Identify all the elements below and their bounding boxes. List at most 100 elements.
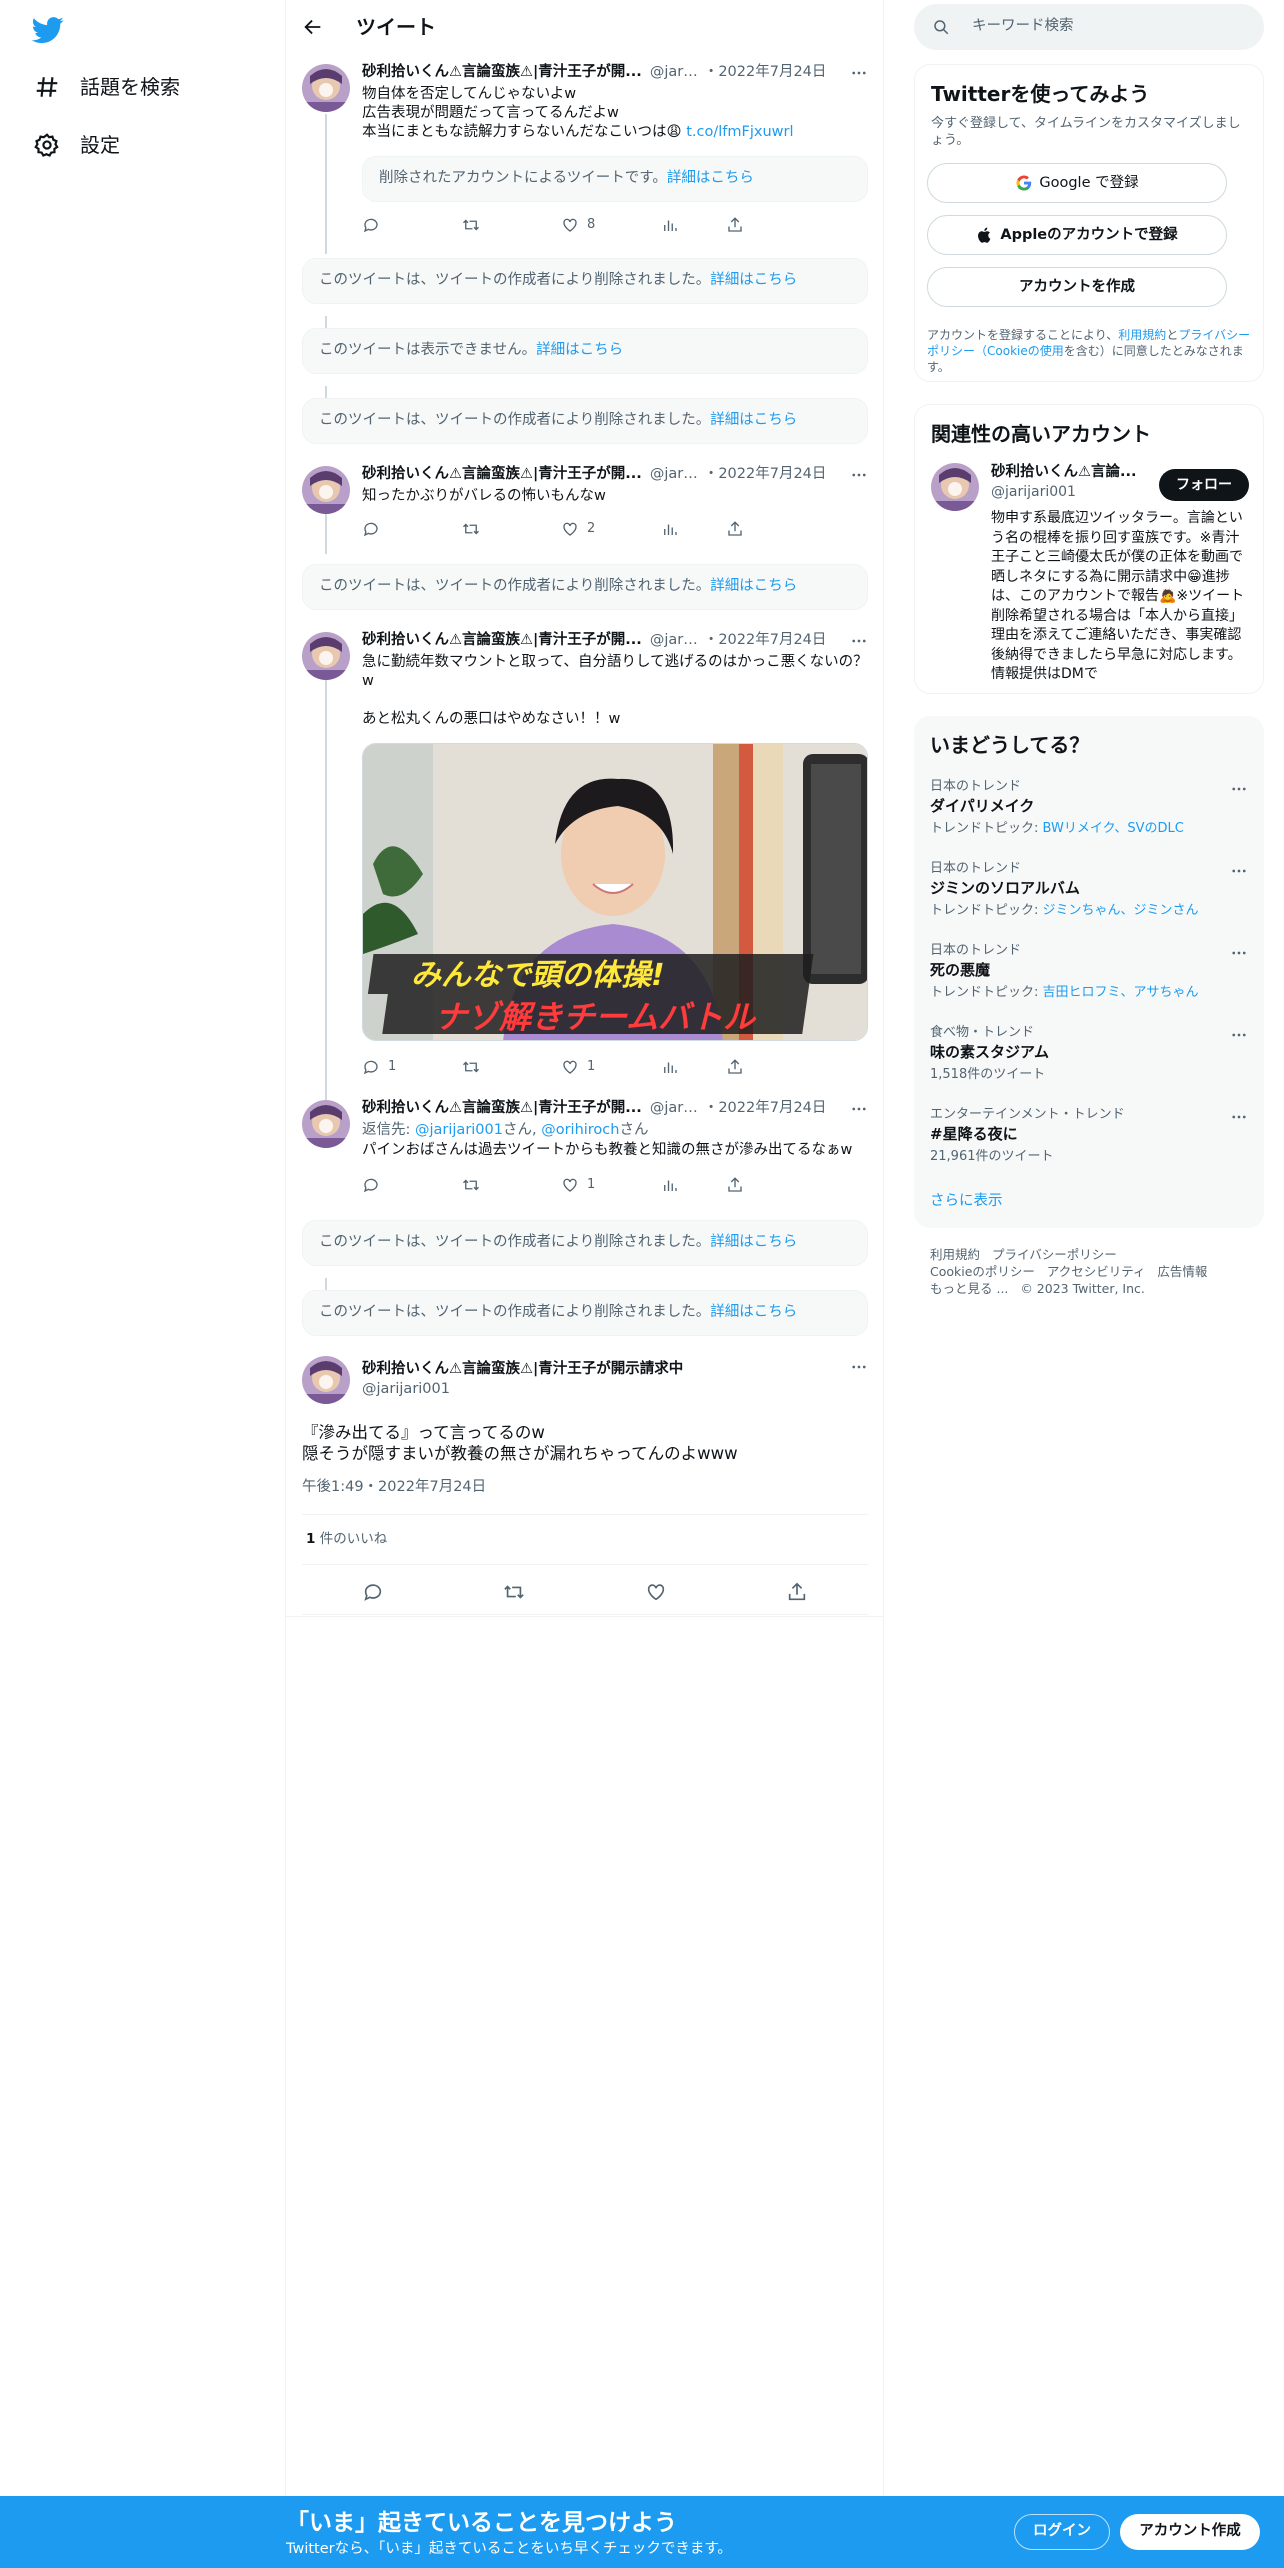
footer-links: 利用規約 プライバシーポリシー Cookieのポリシー アクセシビリティ 広告情… [930, 1246, 1250, 1297]
tweet-image[interactable]: みんなで頭の体操! ナゾ解きチームバトル [362, 743, 868, 1041]
tweet[interactable]: 砂利拾いくん⚠言論蛮族⚠|青汁王子が開... @jarij... ・2022年7… [302, 1100, 868, 1200]
avatar[interactable] [302, 632, 350, 680]
footer-ads-link[interactable]: 広告情報 [1157, 1264, 1207, 1279]
details-link[interactable]: 詳細はこちら [710, 1233, 797, 1252]
likes-summary[interactable]: 1 件のいいね [306, 1531, 387, 1549]
terms-link[interactable]: 利用規約 [1118, 328, 1166, 342]
tweet-author-handle[interactable]: @jarij... [650, 631, 698, 650]
reply-button[interactable] [362, 1176, 462, 1194]
tweet-date[interactable]: ・2022年7月24日 [704, 1099, 827, 1118]
share-icon[interactable] [786, 1581, 808, 1603]
details-link[interactable]: 詳細はこちら [710, 411, 797, 430]
like-icon[interactable] [645, 1581, 667, 1603]
tweet-author-handle[interactable]: @jarij... [650, 465, 698, 484]
more-options-icon[interactable] [1230, 862, 1248, 880]
analytics-button[interactable] [661, 520, 727, 538]
related-account-handle[interactable]: @jarijari001 [991, 483, 1076, 501]
related-account-name[interactable]: 砂利拾いくん⚠言論... [991, 463, 1141, 482]
nav-settings[interactable]: 設定 [20, 120, 134, 170]
trend-item[interactable]: 日本のトレンド ダイパリメイク トレンドトピック: BWリメイク、SVのDLC [930, 778, 1248, 837]
more-options-icon[interactable] [1230, 944, 1248, 962]
reply-button[interactable] [362, 216, 462, 234]
footer-more-link[interactable]: もっと見る ... [930, 1281, 1008, 1296]
trend-item[interactable]: 日本のトレンド 死の悪魔 トレンドトピック: 吉田ヒロフミ、アサちゃん [930, 942, 1248, 1001]
retweet-button[interactable] [462, 1058, 562, 1076]
share-button[interactable] [726, 1058, 792, 1076]
footer-privacy-link[interactable]: プライバシーポリシー [992, 1247, 1117, 1262]
retweet-button[interactable] [462, 520, 562, 538]
trend-item[interactable]: 食べ物・トレンド 味の素スタジアム 1,518件のツイート [930, 1024, 1248, 1083]
more-options-icon[interactable] [1230, 780, 1248, 798]
tweet[interactable]: 砂利拾いくん⚠言論蛮族⚠|青汁王子が開... @jarij... ・2022年7… [302, 64, 868, 244]
details-link[interactable]: 詳細はこちら [536, 341, 623, 360]
twitter-logo-icon[interactable] [32, 14, 64, 46]
apple-signup-button[interactable]: Appleのアカウントで登録 [927, 215, 1227, 256]
login-button[interactable]: ログイン [1014, 2514, 1110, 2550]
more-options-icon[interactable] [850, 1100, 868, 1118]
footer-cookie-link[interactable]: Cookieのポリシー [930, 1264, 1035, 1279]
quoted-tweet[interactable]: 削除されたアカウントによるツイートです。 詳細はこちら [362, 156, 868, 202]
details-link[interactable]: 詳細はこちら [710, 271, 797, 290]
trend-item[interactable]: エンターテインメント・トレンド #星降る夜に 21,961件のツイート [930, 1106, 1248, 1165]
reply-icon[interactable] [362, 1581, 384, 1603]
tweet-date[interactable]: ・2022年7月24日 [704, 631, 827, 650]
tweet-author-name[interactable]: 砂利拾いくん⚠言論蛮族⚠|青汁王子が開... [362, 63, 642, 82]
reply-button[interactable] [362, 520, 462, 538]
tweet[interactable]: 砂利拾いくん⚠言論蛮族⚠|青汁王子が開... @jarij... ・2022年7… [302, 466, 868, 546]
google-signup-button[interactable]: Google で登録 [927, 163, 1227, 204]
analytics-button[interactable] [661, 1176, 727, 1194]
nav-explore[interactable]: 話題を検索 [20, 62, 194, 112]
back-arrow-icon[interactable] [302, 16, 324, 38]
footer-accessibility-link[interactable]: アクセシビリティ [1047, 1264, 1146, 1279]
avatar[interactable] [302, 1100, 350, 1148]
like-button[interactable]: 1 [561, 1058, 661, 1076]
mention-link[interactable]: @orihiroch [541, 1122, 619, 1138]
mention-link[interactable]: @jarijari001 [415, 1122, 503, 1138]
show-more-link[interactable]: さらに表示 [930, 1192, 1003, 1211]
avatar[interactable] [931, 463, 979, 511]
share-button[interactable] [726, 520, 792, 538]
tweet[interactable]: 砂利拾いくん⚠言論蛮族⚠|青汁王子が開... @jarij... ・2022年7… [302, 632, 868, 1082]
more-options-icon[interactable] [1230, 1108, 1248, 1126]
retweet-button[interactable] [462, 1176, 562, 1194]
analytics-button[interactable] [661, 216, 727, 234]
tweet-author-name[interactable]: 砂利拾いくん⚠言論蛮族⚠|青汁王子が開... [362, 1099, 642, 1118]
avatar[interactable] [302, 466, 350, 514]
main-tweet-timestamp[interactable]: 午後1:49・2022年7月24日 [302, 1478, 486, 1497]
share-button[interactable] [726, 1176, 792, 1194]
analytics-button[interactable] [661, 1058, 727, 1076]
footer-terms-link[interactable]: 利用規約 [930, 1247, 980, 1262]
tweet-link[interactable]: t.co/lfmFjxuwrl [686, 124, 793, 140]
more-options-icon[interactable] [850, 1358, 868, 1376]
more-options-icon[interactable] [850, 64, 868, 82]
avatar[interactable] [302, 64, 350, 112]
tweet-date[interactable]: ・2022年7月24日 [704, 63, 827, 82]
retweet-icon[interactable] [503, 1581, 525, 1603]
trend-item[interactable]: 日本のトレンド ジミンのソロアルバム トレンドトピック: ジミンちゃん、ジミンさ… [930, 860, 1248, 919]
more-options-icon[interactable] [850, 466, 868, 484]
reply-button[interactable]: 1 [362, 1058, 462, 1076]
more-options-icon[interactable] [1230, 1026, 1248, 1044]
like-button[interactable]: 2 [561, 520, 661, 538]
details-link[interactable]: 詳細はこちら [710, 1303, 797, 1322]
like-button[interactable]: 8 [561, 216, 661, 234]
like-button[interactable]: 1 [561, 1176, 661, 1194]
tweet-author-handle[interactable]: @jarij... [650, 1099, 698, 1118]
search-box[interactable]: キーワード検索 [914, 4, 1264, 50]
follow-button[interactable]: フォロー [1159, 469, 1249, 501]
main-tweet-author-name[interactable]: 砂利拾いくん⚠言論蛮族⚠|青汁王子が開示請求中 [362, 1360, 683, 1379]
tweet-author-name[interactable]: 砂利拾いくん⚠言論蛮族⚠|青汁王子が開... [362, 465, 642, 484]
details-link[interactable]: 詳細はこちら [667, 169, 754, 188]
avatar[interactable] [302, 1356, 350, 1404]
retweet-button[interactable] [462, 216, 562, 234]
tweet-author-name[interactable]: 砂利拾いくん⚠言論蛮族⚠|青汁王子が開... [362, 631, 642, 650]
share-button[interactable] [726, 216, 792, 234]
tweet-author-handle[interactable]: @jarij... [650, 63, 698, 82]
signup-button[interactable]: アカウント作成 [1120, 2514, 1260, 2550]
create-account-button[interactable]: アカウントを作成 [927, 267, 1227, 308]
tweet-date[interactable]: ・2022年7月24日 [704, 465, 827, 484]
search-input[interactable]: キーワード検索 [972, 17, 1074, 36]
details-link[interactable]: 詳細はこちら [710, 577, 797, 596]
more-options-icon[interactable] [850, 632, 868, 650]
main-tweet-author-handle[interactable]: @jarijari001 [362, 1380, 450, 1399]
